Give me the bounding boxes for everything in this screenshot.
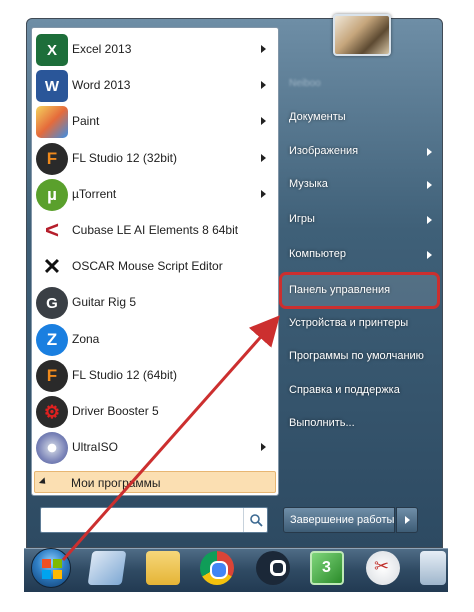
program-label: FL Studio 12 (32bit) — [72, 150, 177, 165]
program-label: UltraISO — [72, 440, 119, 455]
notepad-icon[interactable] — [87, 551, 127, 585]
shutdown-label: Завершение работы — [290, 514, 395, 526]
search-box[interactable] — [40, 507, 268, 533]
right-menu-label: Игры — [289, 213, 315, 225]
fl-studio-icon: F — [36, 142, 68, 175]
right-menu-item[interactable]: Компьютер — [281, 240, 441, 270]
right-menu-item[interactable]: Изображения — [281, 137, 441, 167]
right-menu-label: Выполнить... — [289, 417, 355, 429]
submenu-arrow-icon[interactable] — [427, 251, 432, 259]
right-menu-label: Компьютер — [289, 248, 346, 260]
submenu-arrow-icon[interactable] — [261, 45, 266, 53]
submenu-arrow-icon[interactable] — [427, 148, 432, 156]
submenu-arrow-icon[interactable] — [261, 443, 266, 452]
program-item[interactable]: ⚙ Driver Booster 5 — [32, 394, 278, 430]
paint-icon — [36, 106, 68, 139]
all-programs-button[interactable]: Мои программы — [34, 471, 276, 493]
right-menu-item[interactable]: Программы по умолчанию — [281, 342, 441, 372]
word-icon: W — [36, 70, 68, 103]
program-label: Guitar Rig 5 — [72, 295, 137, 310]
guitar-rig-icon: G — [36, 287, 68, 320]
search-icon[interactable] — [243, 508, 267, 532]
right-menu-item[interactable]: Выполнить... — [281, 409, 441, 439]
chrome-icon[interactable] — [200, 551, 234, 585]
shutdown-button[interactable]: Завершение работы — [283, 507, 395, 533]
expand-arrow-icon — [38, 477, 49, 487]
explorer-icon[interactable] — [146, 551, 180, 585]
program-item[interactable]: < Cubase LE AI Elements 8 64bit — [32, 213, 278, 249]
program-item[interactable]: G Guitar Rig 5 — [32, 285, 278, 321]
program-item[interactable]: F FL Studio 12 (32bit) — [32, 141, 278, 177]
driver-booster-icon: ⚙ — [36, 396, 68, 428]
program-label: Paint — [72, 114, 100, 129]
submenu-arrow-icon[interactable] — [427, 181, 432, 189]
program-item[interactable]: µ µTorrent — [32, 177, 278, 213]
oscar-icon: ✕ — [36, 251, 68, 284]
right-menu-label: Справка и поддержка — [289, 384, 400, 396]
program-label: Word 2013 — [72, 78, 131, 93]
right-menu-item[interactable]: Устройства и принтеры — [281, 309, 441, 339]
ultraiso-icon — [36, 432, 68, 465]
user-tiger-icon[interactable] — [333, 14, 391, 56]
program-label: Zona — [72, 331, 100, 346]
right-menu-label: Устройства и принтеры — [289, 317, 409, 329]
program-label: Cubase LE AI Elements 8 64bit — [72, 223, 239, 237]
steam-icon[interactable] — [256, 551, 290, 585]
right-menu-label: Музыка — [289, 178, 328, 190]
program-label: FL Studio 12 (64bit) — [72, 367, 177, 382]
control-panel-highlight — [279, 272, 440, 309]
cubase-icon: < — [36, 215, 68, 247]
submenu-arrow-icon[interactable] — [427, 216, 432, 224]
right-menu-item[interactable]: Музыка — [281, 170, 441, 200]
excel-icon: X — [36, 34, 68, 66]
submenu-arrow-icon[interactable] — [261, 81, 266, 90]
program-label: µTorrent — [72, 186, 117, 201]
submenu-arrow-icon[interactable] — [261, 189, 266, 198]
program-item[interactable]: Paint — [32, 104, 278, 140]
right-menu-item[interactable]: Документы — [281, 103, 441, 133]
right-menu-item[interactable]: Справка и поддержка — [281, 376, 441, 406]
fl-studio-icon: F — [36, 359, 68, 392]
program-item[interactable]: X Excel 2013 — [32, 32, 278, 68]
program-item[interactable]: UltraISO — [32, 430, 278, 466]
shutdown-options-button[interactable] — [396, 507, 418, 533]
program-label: Driver Booster 5 — [72, 404, 159, 418]
program-label: OSCAR Mouse Script Editor — [72, 259, 223, 274]
snipping-tool-icon[interactable] — [366, 551, 400, 585]
all-programs-label: Мои программы — [71, 476, 161, 490]
programs-panel: X Excel 2013 W Word 2013 Paint F FL Studio 12 … — [31, 27, 279, 496]
program-item[interactable]: F FL Studio 12 (64bit) — [32, 358, 278, 394]
program-label: Excel 2013 — [72, 42, 132, 56]
program-item[interactable]: Z Zona — [32, 322, 278, 358]
right-menu-label: Документы — [289, 111, 346, 123]
calculator-icon[interactable] — [420, 551, 446, 585]
windows-start-orb-icon[interactable] — [31, 548, 71, 588]
username: Neiboo — [289, 78, 321, 89]
right-menu-label: Программы по умолчанию — [289, 350, 424, 362]
program-item[interactable]: W Word 2013 — [32, 68, 278, 104]
program-item[interactable]: ✕ OSCAR Mouse Script Editor — [32, 249, 278, 285]
media-player-icon[interactable] — [310, 551, 344, 585]
screenshot-stage: X Excel 2013 W Word 2013 Paint F FL Studio 12 … — [0, 0, 474, 612]
utorrent-icon: µ — [36, 178, 68, 211]
submenu-arrow-icon[interactable] — [261, 117, 266, 126]
right-menu-item[interactable]: Игры — [281, 205, 441, 235]
zona-icon: Z — [36, 323, 68, 356]
right-menu-label: Изображения — [289, 145, 359, 157]
submenu-arrow-icon[interactable] — [261, 153, 266, 162]
